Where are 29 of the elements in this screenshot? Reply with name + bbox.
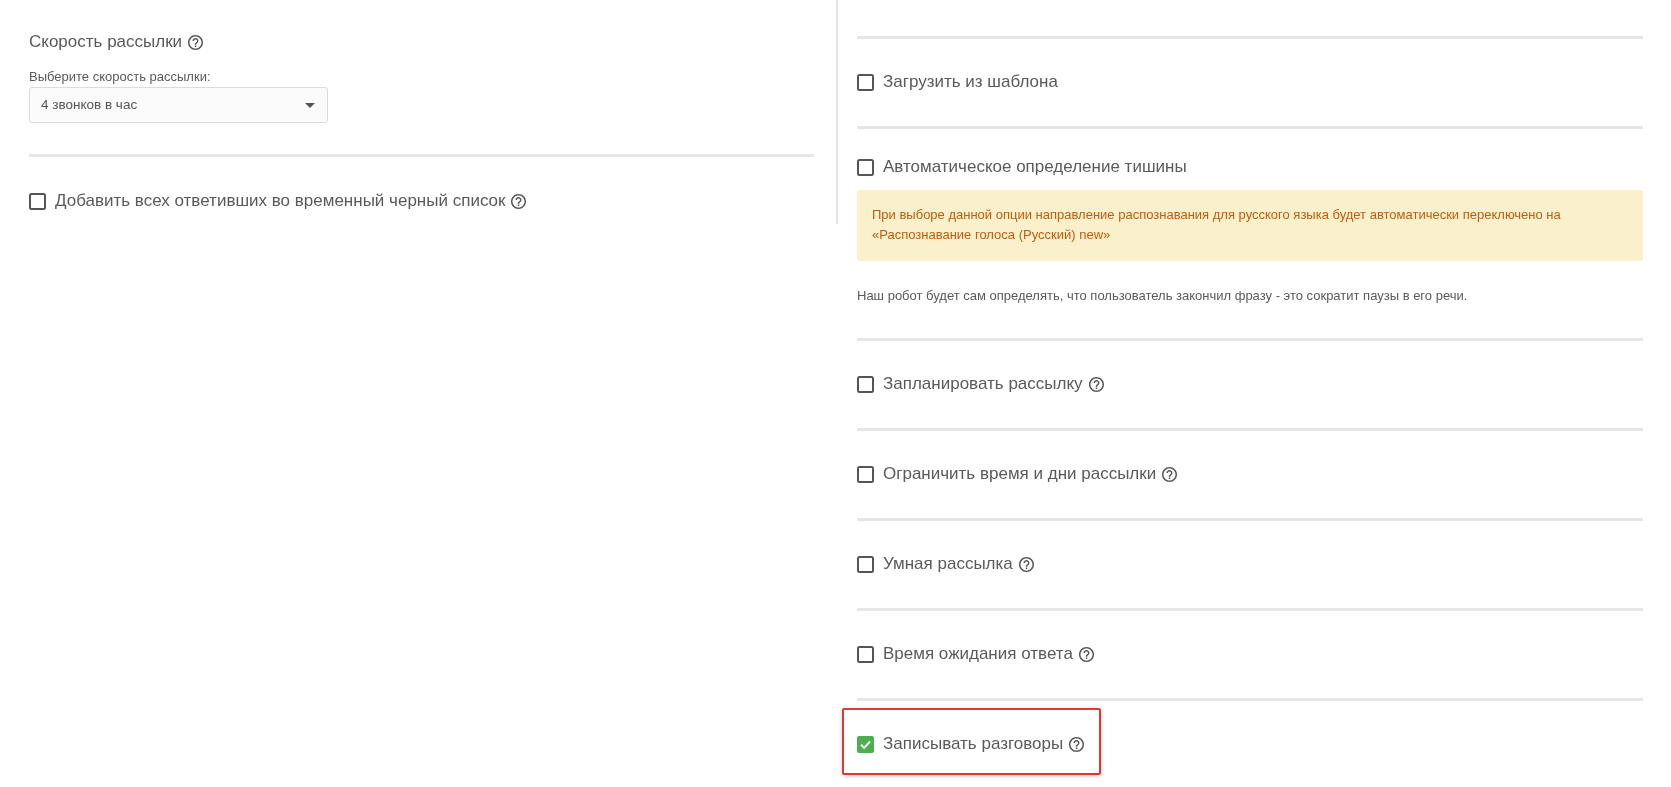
option-label[interactable]: Записывать разговоры (883, 732, 1064, 756)
option-label[interactable]: Ограничить время и дни рассылки (883, 462, 1157, 486)
help-icon[interactable] (1162, 466, 1178, 482)
option-label[interactable]: Добавить всех ответивших во временный черный список (55, 189, 506, 213)
checkbox[interactable] (857, 158, 874, 176)
checkbox[interactable] (857, 555, 874, 573)
option-label[interactable]: Умная рассылка (883, 552, 1013, 576)
help-icon[interactable] (1078, 646, 1094, 662)
help-icon[interactable] (511, 193, 527, 209)
help-icon[interactable] (1069, 736, 1085, 752)
checkbox[interactable] (857, 465, 874, 483)
notice-alert: При выборе данной опции направление распознавания для русского языка будет автоматически переключено на «Распознавание голоса (Русский) new» (857, 190, 1643, 261)
caret-icon (305, 102, 315, 108)
help-icon[interactable] (1088, 376, 1104, 392)
speed-select[interactable]: 4 звонков в час (29, 87, 328, 123)
option-label[interactable]: Запланировать рассылку (883, 372, 1083, 396)
help-icon[interactable] (188, 34, 204, 50)
checkbox[interactable] (857, 735, 874, 753)
checkbox[interactable] (29, 192, 46, 210)
checkbox[interactable] (857, 73, 874, 91)
checkbox[interactable] (857, 375, 874, 393)
checkbox[interactable] (857, 645, 874, 663)
section-title: Скорость рассылки (29, 31, 183, 53)
option-description: Наш робот будет сам определять, что пользователь закончил фразу - это сократит паузы в его речи. (857, 287, 1469, 305)
option-label[interactable]: Время ожидания ответа (883, 642, 1073, 666)
option-label[interactable]: Автоматическое определение тишины (883, 155, 1187, 179)
option-label[interactable]: Загрузить из шаблона (883, 70, 1058, 94)
help-icon[interactable] (1018, 556, 1034, 572)
field-label: Выберите скорость рассылки: (29, 68, 212, 86)
